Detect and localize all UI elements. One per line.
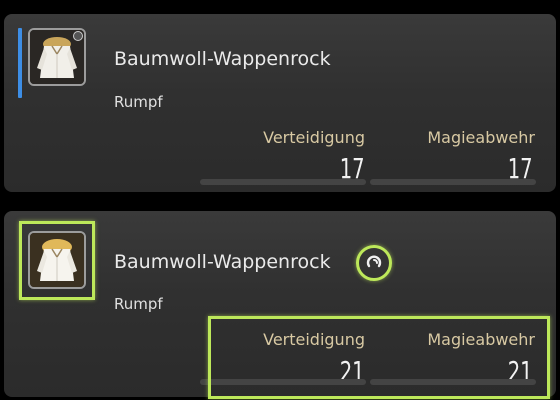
item-slot[interactable] xyxy=(28,28,86,86)
slot-indicator-dot xyxy=(73,31,83,41)
defense-label: Verteidigung xyxy=(263,128,365,147)
item-name: Baumwoll-Wappenrock xyxy=(114,48,331,70)
magic-defense-label: Magieabwehr xyxy=(427,128,535,147)
defense-track xyxy=(200,379,366,385)
item-tooltip-normal: Baumwoll-Wappenrock Rumpf Verteidigung M… xyxy=(4,14,556,192)
item-name: Baumwoll-Wappenrock xyxy=(114,251,331,273)
item-tooltip-high-quality: Baumwoll-Wappenrock Rumpf Verteidigung M… xyxy=(4,211,556,399)
magic-defense-label: Magieabwehr xyxy=(427,330,535,349)
item-category: Rumpf xyxy=(114,93,163,111)
high-quality-icon xyxy=(366,255,382,268)
tabard-icon xyxy=(30,233,84,287)
defense-track xyxy=(200,179,366,185)
selection-indicator xyxy=(18,28,22,98)
item-slot[interactable] xyxy=(28,231,86,289)
magic-defense-track xyxy=(370,379,536,385)
magic-defense-track xyxy=(370,179,536,185)
stats-highlight xyxy=(208,316,550,399)
defense-label: Verteidigung xyxy=(263,330,365,349)
item-category: Rumpf xyxy=(114,295,163,313)
high-quality-highlight xyxy=(356,245,392,281)
